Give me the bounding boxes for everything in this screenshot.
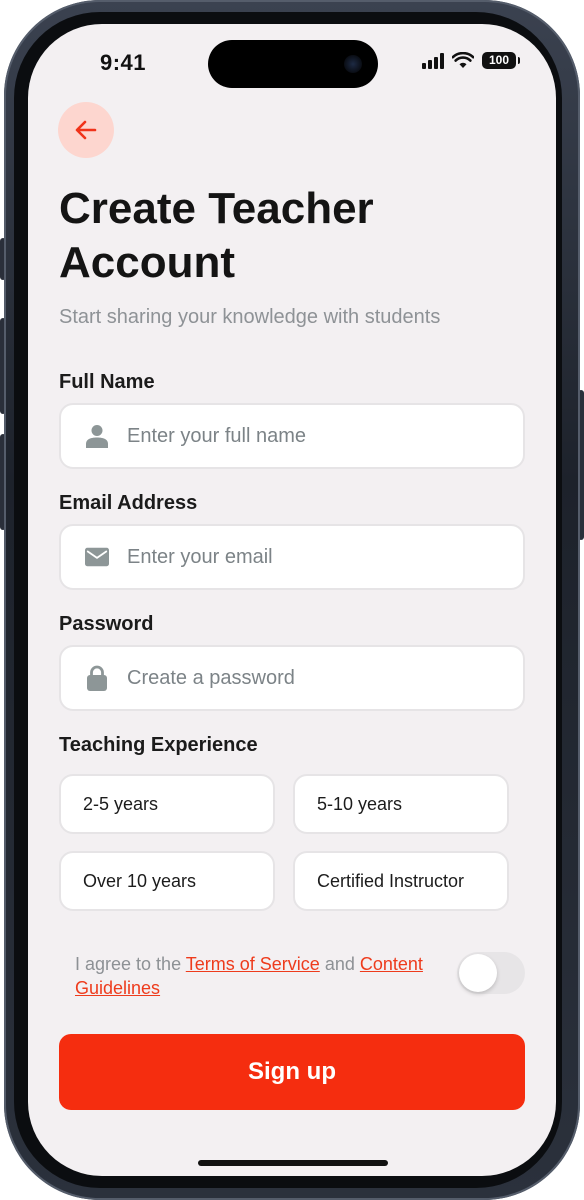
- person-icon: [85, 424, 109, 448]
- full-name-field[interactable]: [59, 403, 525, 469]
- camera-icon: [344, 55, 362, 73]
- email-field[interactable]: [59, 524, 525, 590]
- experience-option-2-5-years[interactable]: 2-5 years: [59, 774, 275, 834]
- status-icons: 100: [422, 52, 520, 69]
- experience-option-certified-instructor[interactable]: Certified Instructor: [293, 851, 509, 911]
- terms-agree-toggle[interactable]: [457, 952, 525, 994]
- page-subtitle: Start sharing your knowledge with studen…: [59, 306, 441, 328]
- back-button[interactable]: [58, 102, 114, 158]
- password-input[interactable]: [127, 666, 507, 690]
- teaching-experience-label: Teaching Experience: [59, 734, 258, 756]
- full-name-input[interactable]: [127, 424, 507, 448]
- toggle-knob: [459, 954, 497, 992]
- experience-option-5-10-years[interactable]: 5-10 years: [293, 774, 509, 834]
- agreement-conjunction: and: [324, 954, 355, 974]
- home-indicator: [198, 1160, 388, 1166]
- experience-option-over-10-years[interactable]: Over 10 years: [59, 851, 275, 911]
- signup-button[interactable]: Sign up: [59, 1034, 525, 1110]
- lock-icon: [85, 665, 109, 691]
- password-field[interactable]: [59, 645, 525, 711]
- phone-device: 9:41 100 Create Teacher Account Start sh…: [0, 0, 584, 1200]
- terms-agreement-text: I agree to the Terms of Service and Cont…: [75, 952, 455, 1000]
- page-title: Create Teacher Account: [59, 184, 374, 287]
- email-label: Email Address: [59, 492, 198, 514]
- app-screen: 9:41 100 Create Teacher Account Start sh…: [28, 24, 556, 1176]
- password-label: Password: [59, 613, 154, 635]
- email-input[interactable]: [127, 545, 507, 569]
- status-time: 9:41: [100, 50, 147, 75]
- mail-icon: [85, 545, 109, 569]
- battery-icon: 100: [482, 52, 520, 69]
- dynamic-island: [208, 40, 378, 88]
- full-name-label: Full Name: [59, 371, 155, 393]
- wifi-icon: [452, 52, 474, 68]
- terms-of-service-link[interactable]: Terms of Service: [186, 954, 320, 974]
- cellular-signal-icon: [422, 52, 444, 69]
- arrow-left-icon: [75, 120, 97, 140]
- agreement-prefix: I agree to the: [75, 954, 182, 974]
